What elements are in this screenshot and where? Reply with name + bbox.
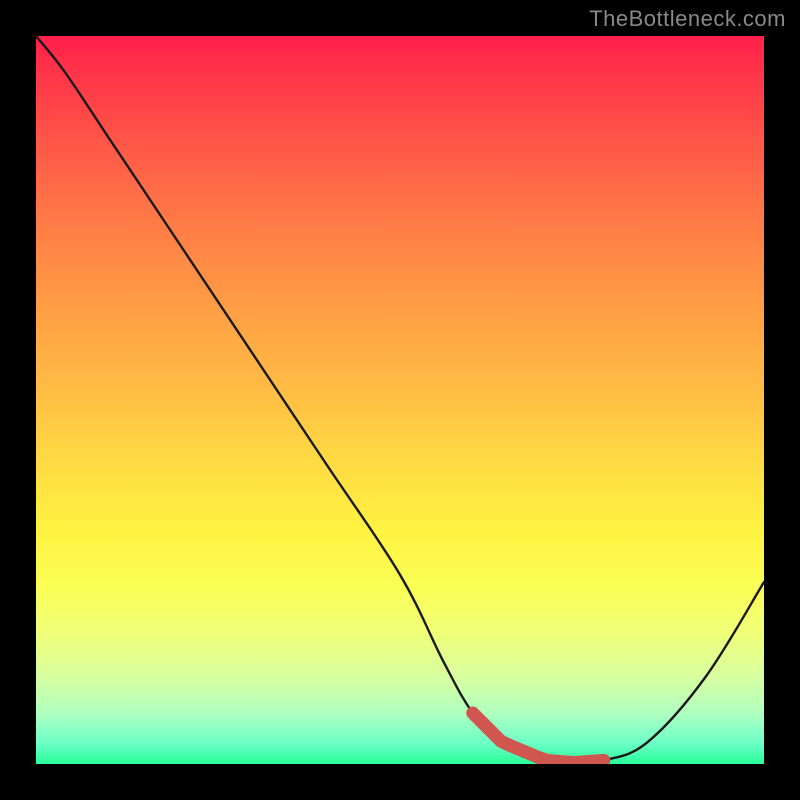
watermark-text: TheBottleneck.com bbox=[589, 6, 786, 32]
optimal-marker bbox=[473, 713, 604, 762]
bottleneck-curve bbox=[36, 36, 764, 763]
curve-svg bbox=[36, 36, 764, 764]
chart-plot-area bbox=[36, 36, 764, 764]
